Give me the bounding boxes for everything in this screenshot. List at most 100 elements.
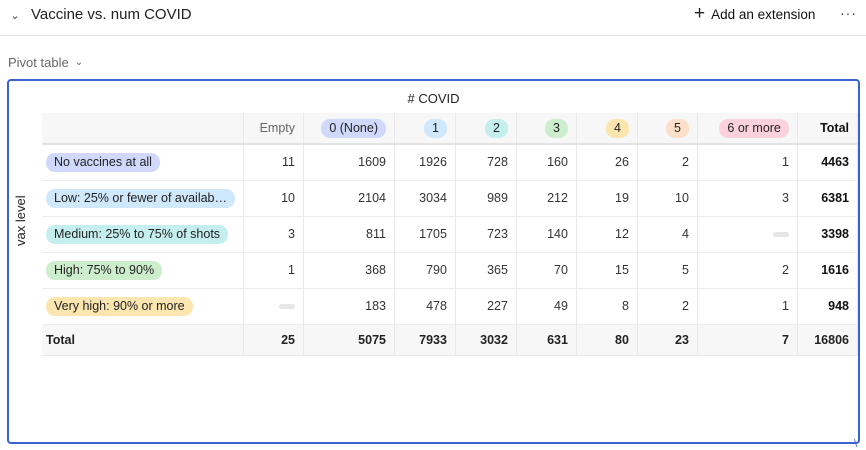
table-cell[interactable]: 3 <box>243 216 304 253</box>
table-cell[interactable]: 1926 <box>394 144 456 181</box>
row-header-pill: High: 75% to 90% <box>46 260 163 280</box>
column-total-cell: 23 <box>637 324 698 356</box>
table-cell[interactable]: 227 <box>455 288 517 325</box>
table-cell[interactable] <box>243 288 304 325</box>
grand-total-cell: 16806 <box>797 324 859 356</box>
table-cell[interactable]: 989 <box>455 180 517 217</box>
column-header[interactable]: 5 <box>637 113 698 145</box>
add-extension-label: Add an extension <box>711 6 816 22</box>
row-total-cell: 4463 <box>797 144 859 181</box>
column-header-pill: 3 <box>544 118 568 138</box>
table-cell[interactable]: 15 <box>576 252 638 289</box>
chevron-down-icon: ⌄ <box>74 57 84 68</box>
row-header[interactable]: High: 75% to 90% <box>42 252 245 289</box>
row-total-cell: 3398 <box>797 216 859 253</box>
plus-icon: + <box>694 3 706 24</box>
table-cell[interactable]: 1 <box>243 252 304 289</box>
table-cell[interactable]: 49 <box>516 288 577 325</box>
column-header[interactable]: Empty <box>243 113 304 145</box>
table-cell[interactable]: 3034 <box>394 180 456 217</box>
table-cell[interactable]: 10 <box>637 180 698 217</box>
total-column-header: Total <box>797 113 859 145</box>
view-switcher[interactable]: Pivot table ⌄ <box>8 55 83 70</box>
table-row: High: 75% to 90% 1 368 790 365 70 15 5 2 1616 <box>42 252 859 289</box>
table-cell[interactable]: 4 <box>637 216 698 253</box>
table-cell[interactable]: 10 <box>243 180 304 217</box>
row-header-pill: No vaccines at all <box>46 152 160 172</box>
row-field-label: vax level <box>13 195 28 246</box>
table-cell[interactable]: 1 <box>697 288 798 325</box>
chevron-down-icon[interactable]: ⌄ <box>8 9 22 23</box>
table-cell[interactable]: 811 <box>303 216 395 253</box>
column-header[interactable]: 3 <box>516 113 577 145</box>
column-header-pill: 1 <box>424 118 447 138</box>
header-bar: ⌄ Vaccine vs. num COVID + Add an extensi… <box>0 0 866 36</box>
table-cell[interactable]: 723 <box>455 216 517 253</box>
add-extension-button[interactable]: + Add an extension <box>694 3 816 24</box>
row-header[interactable]: Very high: 90% or more <box>42 288 245 325</box>
column-header[interactable]: 4 <box>576 113 638 145</box>
column-total-cell: 5075 <box>303 324 395 356</box>
table-cell[interactable]: 2104 <box>303 180 395 217</box>
table-cell[interactable]: 160 <box>516 144 577 181</box>
column-header[interactable]: 2 <box>455 113 517 145</box>
pivot-table-panel: # COVID vax level Empty 0 (None) 1 2 3 4 5 6 or… <box>7 79 860 444</box>
table-cell[interactable]: 728 <box>455 144 517 181</box>
totals-row-label: Total <box>42 324 245 356</box>
row-header[interactable]: Medium: 25% to 75% of shots <box>42 216 245 253</box>
table-cell[interactable]: 8 <box>576 288 638 325</box>
column-total-cell: 25 <box>243 324 304 356</box>
column-total-cell: 7 <box>697 324 798 356</box>
table-cell[interactable]: 19 <box>576 180 638 217</box>
more-options-icon[interactable]: ··· <box>840 5 857 21</box>
column-header[interactable]: 6 or more <box>697 113 798 145</box>
table-cell[interactable]: 1 <box>697 144 798 181</box>
table-cell[interactable]: 365 <box>455 252 517 289</box>
row-header-pill: Low: 25% or fewer of availab… <box>46 188 236 208</box>
table-cell[interactable]: 70 <box>516 252 577 289</box>
table-cell[interactable]: 26 <box>576 144 638 181</box>
table-cell[interactable]: 2 <box>637 144 698 181</box>
table-row: No vaccines at all 11 1609 1926 728 160 26 2 1 44… <box>42 144 859 181</box>
table-cell[interactable] <box>697 216 798 253</box>
view-label: Pivot table <box>8 55 69 70</box>
table-cell[interactable]: 2 <box>697 252 798 289</box>
column-field-label: # COVID <box>407 91 460 106</box>
row-header-pill: Very high: 90% or more <box>46 296 193 316</box>
row-header[interactable]: No vaccines at all <box>42 144 245 181</box>
table-cell[interactable]: 1609 <box>303 144 395 181</box>
table-cell[interactable]: 478 <box>394 288 456 325</box>
corner-header-cell <box>42 113 245 145</box>
column-header-pill: 6 or more <box>719 118 789 138</box>
table-cell[interactable]: 2 <box>637 288 698 325</box>
table-cell[interactable]: 183 <box>303 288 395 325</box>
table-cell[interactable]: 11 <box>243 144 304 181</box>
table-cell[interactable]: 140 <box>516 216 577 253</box>
row-total-cell: 6381 <box>797 180 859 217</box>
column-header-pill: 2 <box>485 118 508 138</box>
table-row: Low: 25% or fewer of availab… 10 2104 3034 9… <box>42 180 859 217</box>
table-cell[interactable]: 1705 <box>394 216 456 253</box>
column-header-pill: 0 (None) <box>321 118 386 138</box>
column-total-cell: 7933 <box>394 324 456 356</box>
table-cell[interactable]: 790 <box>394 252 456 289</box>
resize-handle[interactable]: ∖ <box>852 439 862 450</box>
table-cell[interactable]: 212 <box>516 180 577 217</box>
empty-value-placeholder <box>772 232 789 238</box>
column-header[interactable]: 1 <box>394 113 456 145</box>
table-cell[interactable]: 3 <box>697 180 798 217</box>
table-cell[interactable]: 12 <box>576 216 638 253</box>
table-cell[interactable]: 5 <box>637 252 698 289</box>
column-header-pill: 4 <box>605 118 629 138</box>
row-total-cell: 1616 <box>797 252 859 289</box>
row-total-cell: 948 <box>797 288 859 325</box>
page-title: Vaccine vs. num COVID <box>31 6 192 23</box>
table-row: Very high: 90% or more 183 478 227 49 8 2 1 948 <box>42 288 859 325</box>
row-header-pill: Medium: 25% to 75% of shots <box>46 224 229 244</box>
column-header[interactable]: 0 (None) <box>303 113 395 145</box>
row-header[interactable]: Low: 25% or fewer of availab… <box>42 180 245 217</box>
pivot-table: Empty 0 (None) 1 2 3 4 5 6 or more Total No vacc… <box>42 113 859 356</box>
column-total-cell: 631 <box>516 324 577 356</box>
column-header-pill: 5 <box>665 118 689 138</box>
table-cell[interactable]: 368 <box>303 252 395 289</box>
